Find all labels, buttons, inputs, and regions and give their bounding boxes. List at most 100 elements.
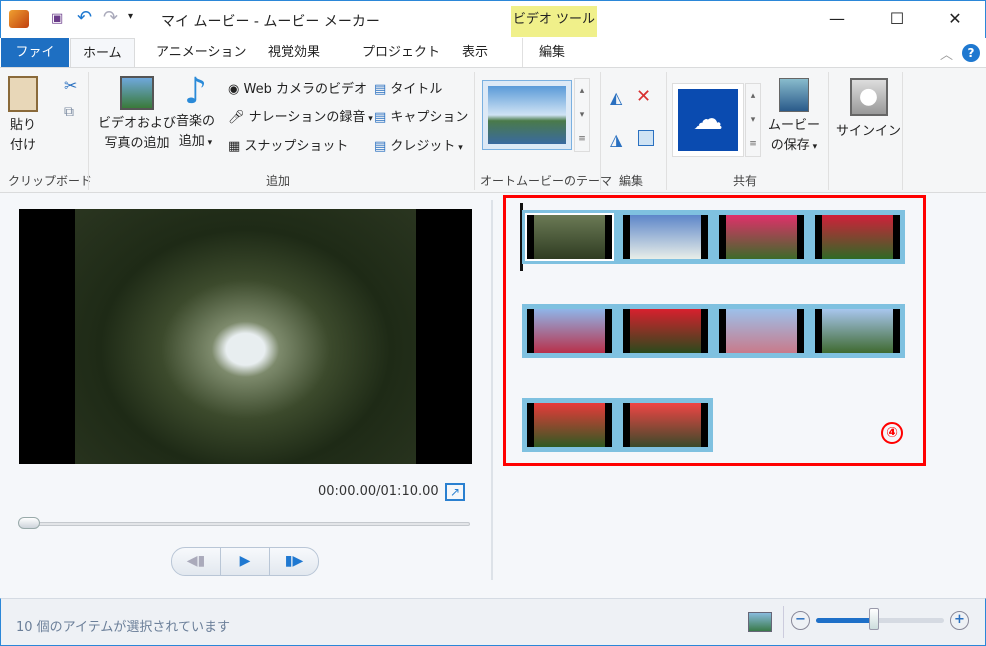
timecode: 00:00.00/01:10.00 (318, 484, 439, 499)
dropdown-arrow-icon: ▾ (204, 138, 213, 148)
ribbon-tabs: ファイル ホーム アニメーション 視覚効果 プロジェクト 表示 編集 ︿ ? (0, 38, 986, 90)
webcam-button[interactable]: ◉ Web カメラのビデオ (228, 80, 367, 100)
pane-splitter[interactable] (491, 200, 493, 580)
webcam-label: Web カメラのビデオ (243, 82, 367, 97)
credit-button[interactable]: ▤ クレジット ▾ (374, 137, 463, 158)
status-text: 10 個のアイテムが選択されています (16, 620, 230, 635)
paste-label-2: 付け (9, 138, 36, 153)
caption-icon: ▤ (374, 110, 391, 125)
paste-label: 貼り (9, 118, 36, 133)
onedrive-share-item[interactable]: ☁ (672, 83, 744, 157)
previous-frame-button[interactable]: ◀▮ (172, 548, 220, 575)
preview-image (75, 209, 416, 464)
separator (474, 72, 475, 190)
group-automovie-theme: オートムービーのテーマ (480, 174, 613, 188)
tab-project[interactable]: プロジェクト (350, 38, 452, 68)
tab-visual-effects[interactable]: 視覚効果 (256, 38, 332, 68)
snapshot-label: スナップショット (244, 139, 349, 154)
snapshot-icon: ▦ (228, 139, 245, 154)
annotation-box (503, 195, 926, 466)
save-movie-label-2: の保存 (770, 138, 810, 153)
tab-animation[interactable]: アニメーション (144, 38, 258, 68)
narration-button[interactable]: 🎤︎ ナレーションの録音 ▾ (228, 108, 373, 129)
save-movie-label: ムービー (768, 118, 821, 133)
zoom-slider-fill (816, 618, 874, 623)
save-movie-icon (779, 78, 809, 112)
context-tab-label: ビデオ ツール (511, 6, 597, 37)
collapse-ribbon-icon[interactable]: ︿ (940, 44, 953, 63)
group-clipboard: クリップボード (8, 174, 93, 188)
help-icon[interactable]: ? (962, 44, 980, 62)
seek-slider-thumb[interactable] (18, 517, 40, 529)
save-icon[interactable]: ▣ (51, 11, 63, 26)
caption-label: キャプション (390, 110, 469, 125)
automovie-theme-item[interactable] (482, 80, 572, 150)
maximize-button[interactable]: ☐ (877, 9, 917, 28)
title-button[interactable]: ▤ タイトル (374, 80, 442, 100)
rotate-right-icon[interactable]: ◮ (610, 130, 622, 149)
minimize-button[interactable]: — (817, 9, 857, 28)
next-frame-button[interactable]: ▮▶ (269, 548, 318, 575)
add-video-label: ビデオおよび (98, 116, 177, 131)
webcam-icon: ◉ (228, 82, 244, 97)
separator (666, 72, 667, 190)
sign-in-label: サインイン (836, 124, 902, 139)
thumbnail-size-icon[interactable] (748, 612, 772, 632)
zoom-slider[interactable] (816, 618, 944, 623)
copy-icon[interactable]: ⧉ (64, 104, 74, 120)
redo-icon[interactable]: ↷ (103, 7, 118, 28)
add-video-photo-button[interactable]: ビデオおよび 写真の追加 (98, 76, 176, 154)
add-music-label: 音楽の (176, 114, 216, 129)
tab-edit[interactable]: 編集 (522, 38, 581, 68)
group-add: 追加 (266, 174, 291, 188)
microphone-icon: 🎤︎ (228, 110, 249, 125)
zoom-slider-thumb[interactable] (868, 608, 879, 630)
tab-home[interactable]: ホーム (70, 38, 135, 68)
annotation-number: ④ (881, 422, 903, 444)
paste-button[interactable]: 貼り 付け (8, 76, 38, 156)
zoom-out-button[interactable]: − (791, 611, 810, 630)
narration-label: ナレーションの録音 (248, 110, 366, 125)
caption-button[interactable]: ▤ キャプション (374, 108, 468, 128)
separator (783, 606, 784, 638)
title-icon: ▤ (374, 82, 391, 97)
title-bar: ▣ ↶ ↷ ▾ マイ ムービー - ムービー メーカー ビデオ ツール — ☐ … (0, 0, 986, 38)
theme-thumbnail (488, 86, 566, 144)
film-photo-icon (120, 76, 154, 110)
group-edit: 編集 (619, 174, 644, 188)
add-music-label-2: 追加 (178, 134, 205, 149)
snapshot-button[interactable]: ▦ スナップショット (228, 137, 348, 157)
undo-icon[interactable]: ↶ (77, 7, 92, 28)
dropdown-arrow-icon: ▾ (365, 114, 373, 124)
separator (828, 72, 829, 190)
rotate-left-icon[interactable]: ◭ (610, 88, 622, 107)
theme-gallery-scroll[interactable]: ▴ ▾ ≡ (574, 78, 590, 152)
credit-icon: ▤ (374, 139, 391, 154)
cut-icon[interactable]: ✂ (64, 76, 77, 95)
close-button[interactable]: ✕ (935, 9, 975, 28)
video-preview[interactable] (19, 209, 472, 464)
zoom-in-button[interactable]: + (950, 611, 969, 630)
app-icon (9, 10, 29, 28)
clipboard-icon (8, 76, 38, 112)
save-movie-button[interactable]: ムービー の保存 ▾ (768, 78, 820, 157)
tab-file[interactable]: ファイル (1, 38, 69, 90)
fullscreen-icon[interactable]: ↗ (445, 483, 465, 501)
playback-controls: ◀▮ ▶ ▮▶ (171, 547, 319, 576)
add-video-label-2: 写真の追加 (104, 136, 170, 151)
customize-quick-access-icon[interactable]: ▾ (128, 11, 133, 22)
select-all-icon[interactable] (638, 130, 654, 146)
dropdown-arrow-icon: ▾ (809, 142, 818, 152)
play-button[interactable]: ▶ (220, 548, 269, 575)
title-label: タイトル (390, 82, 443, 97)
separator (902, 72, 903, 190)
user-icon: ● (849, 78, 888, 116)
dropdown-arrow-icon: ▾ (455, 143, 463, 153)
delete-icon[interactable]: ✕ (636, 86, 651, 107)
sign-in-button[interactable]: ● サインイン (836, 78, 901, 142)
add-music-button[interactable]: ♪ 音楽の 追加 ▾ (176, 72, 215, 153)
separator (88, 72, 89, 190)
tab-view[interactable]: 表示 (450, 38, 500, 68)
seek-slider[interactable] (20, 522, 470, 526)
share-gallery-scroll[interactable]: ▴ ▾ ≡ (745, 83, 761, 157)
